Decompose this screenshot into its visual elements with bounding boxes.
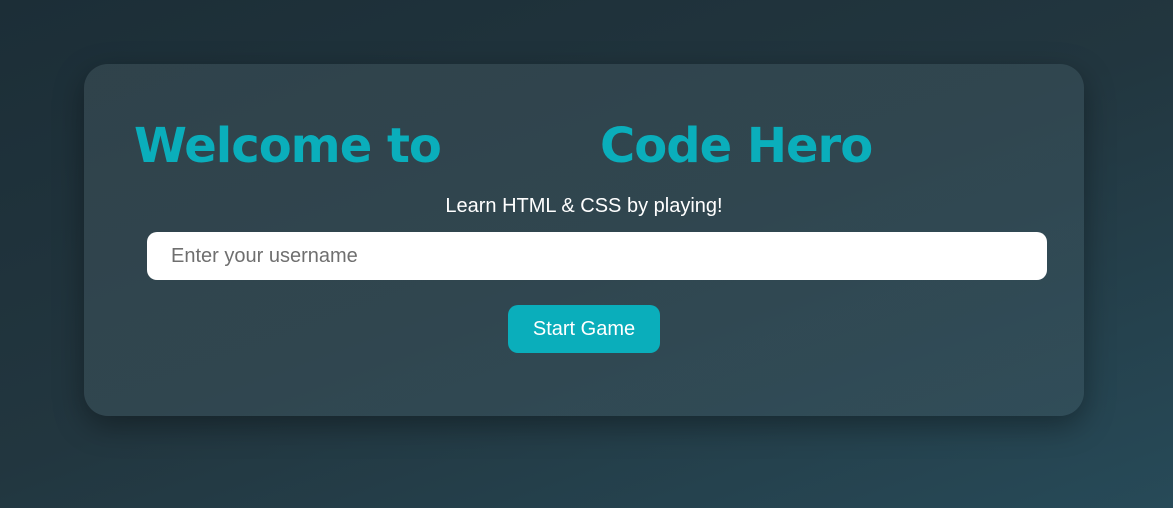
username-input[interactable] xyxy=(147,232,1047,280)
title-app-name: Code Hero xyxy=(600,118,873,174)
welcome-card: Welcome to Code Hero Learn HTML & CSS by… xyxy=(84,64,1084,416)
start-game-button[interactable]: Start Game xyxy=(508,305,660,353)
title-welcome-text: Welcome to xyxy=(134,118,442,174)
subtitle: Learn HTML & CSS by playing! xyxy=(445,195,723,217)
page-title: Welcome to Code Hero xyxy=(134,116,1034,176)
